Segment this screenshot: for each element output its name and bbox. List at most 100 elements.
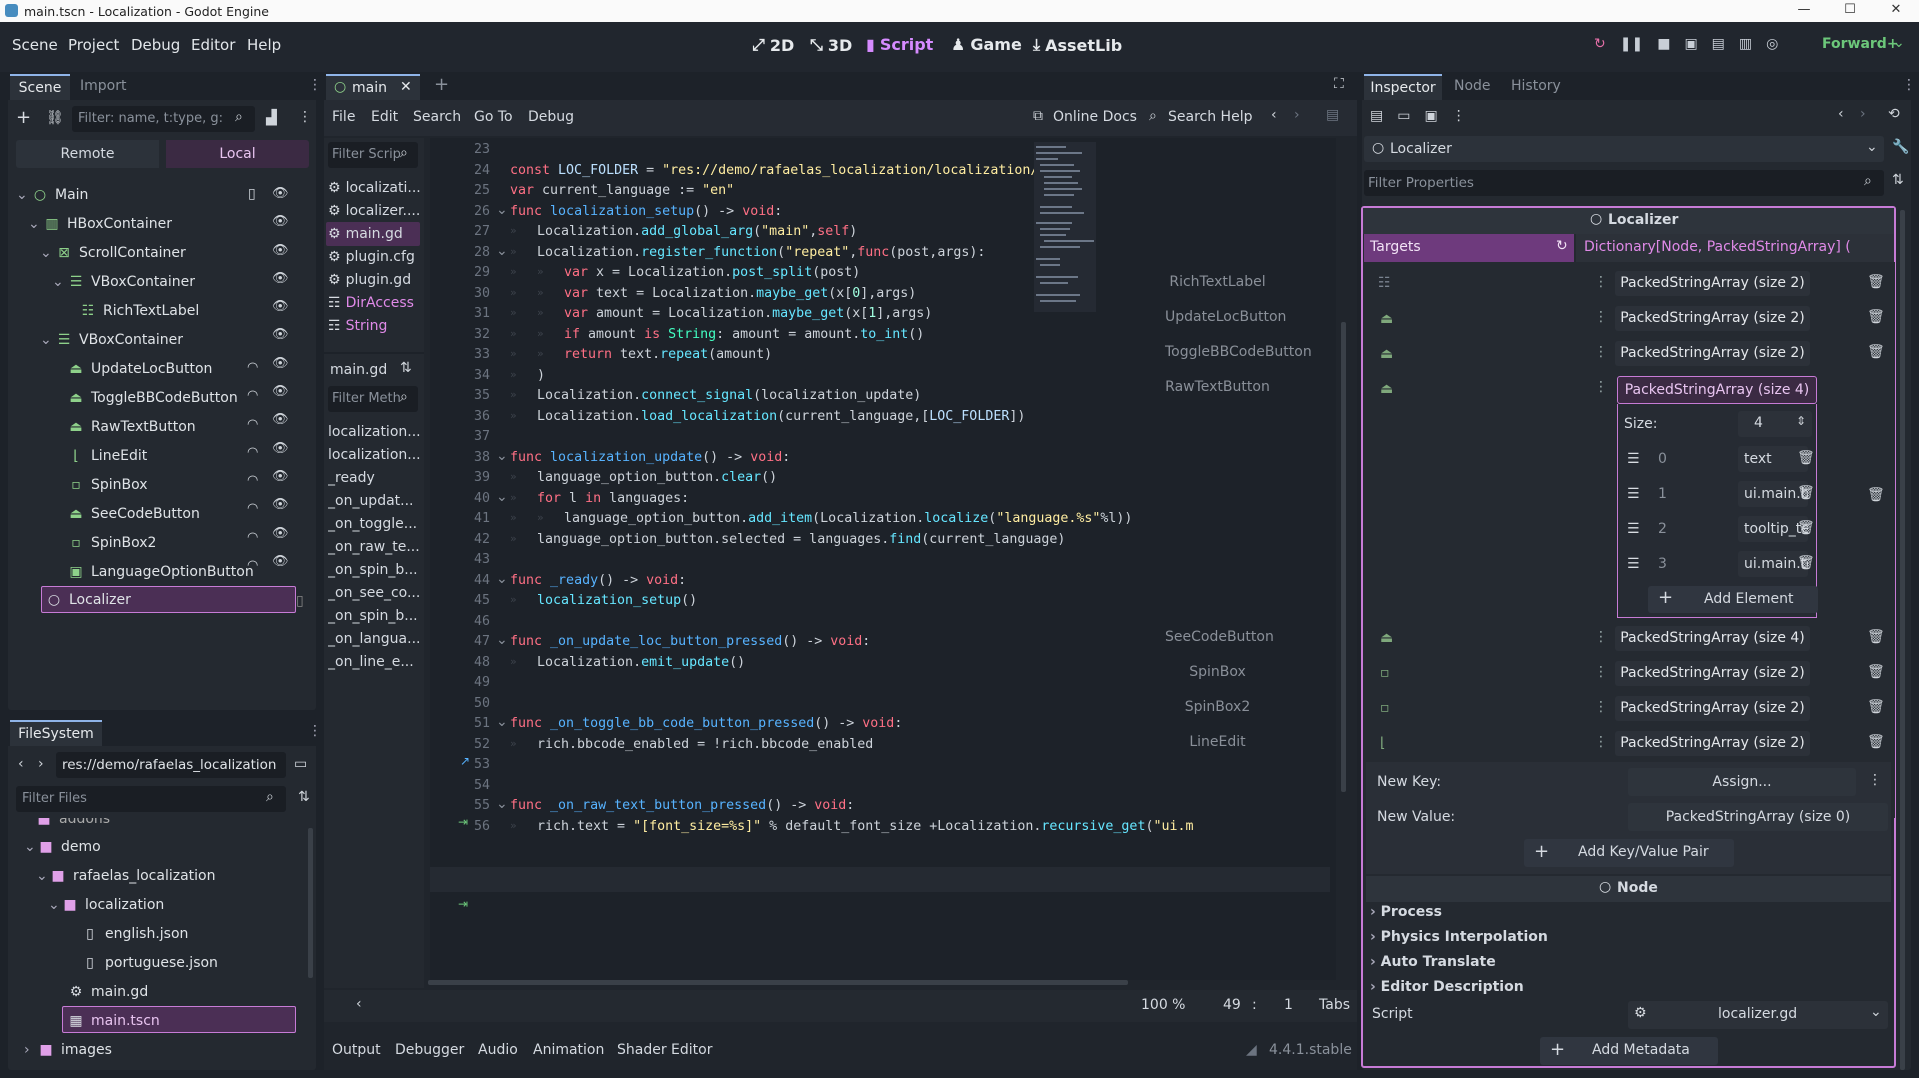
dock-menu-icon[interactable]: ⋮	[308, 723, 322, 739]
kebab-icon[interactable]: ⋮	[1594, 309, 1608, 325]
dict-value-rawtextbutton[interactable]: PackedStringArray (size 4)	[1617, 376, 1817, 404]
indent-mode[interactable]: Tabs	[1319, 997, 1350, 1013]
pause-icon[interactable]: ❚❚	[1620, 36, 1643, 52]
add-tab-icon[interactable]: +	[434, 74, 449, 95]
menu-goto[interactable]: Go To	[474, 109, 513, 125]
delete-icon[interactable]: 🗑	[1867, 734, 1885, 750]
visibility-icon[interactable]: 👁	[272, 497, 289, 512]
forward-icon[interactable]: ›	[38, 756, 44, 772]
visibility-icon[interactable]: 👁	[272, 441, 289, 456]
tree-item-vboxcontainer[interactable]: ⌄ ☰ VBoxContainer	[52, 267, 195, 296]
history-back-icon[interactable]: ‹	[1838, 106, 1844, 122]
group-process[interactable]: › Process	[1370, 904, 1442, 920]
drag-handle-icon[interactable]: ☰	[1627, 521, 1640, 537]
stop-icon[interactable]: ■	[1657, 36, 1670, 52]
visibility-icon[interactable]: 👁	[272, 271, 289, 286]
remote-debug-icon[interactable]: ▣	[1684, 36, 1697, 52]
method-item[interactable]: _on_see_co...	[328, 585, 422, 601]
signal-icon[interactable]: ◠	[247, 445, 258, 460]
online-docs-button[interactable]: Online Docs	[1053, 109, 1137, 125]
delete-icon[interactable]: 🗑	[1867, 629, 1885, 645]
bottom-tab-animation[interactable]: Animation	[533, 1042, 604, 1058]
delete-icon[interactable]: 🗑	[1867, 309, 1885, 325]
save-icon[interactable]: ▣	[1424, 108, 1437, 124]
filter-options-icon[interactable]: ⇅	[1892, 172, 1904, 188]
remote-toggle[interactable]: Remote	[16, 140, 159, 168]
method-item[interactable]: localization...	[328, 424, 422, 440]
file-item-main-gd[interactable]: ⚙ main.gd	[68, 977, 148, 1006]
workspace-3d[interactable]: ⤡ 3D	[810, 35, 852, 55]
fold-chevron-icon[interactable]: ⌄	[496, 714, 508, 730]
code-editor[interactable]: 23 24 25 26 ⌄ 27 28 ⌄ 29 30 31 32 33 34 35 36 37 38 ⌄ 39 40 ⌄…	[430, 138, 1336, 980]
add-key-value-button[interactable]: + Add Key/Value Pair	[1524, 839, 1734, 867]
tree-item-languageoptionbutton[interactable]: ▣ LanguageOptionButton	[68, 557, 253, 586]
script-item-plugin-cfg[interactable]: ⚙ plugin.cfg	[328, 249, 422, 265]
toggle-panel-icon[interactable]: ▤	[1326, 107, 1339, 123]
collapse-panel-icon[interactable]: ‹	[356, 996, 362, 1012]
dict-key-spinbox2[interactable]: SpinBox2	[1165, 699, 1270, 715]
fold-chevron-icon[interactable]: ⌄	[496, 571, 508, 587]
zoom-level[interactable]: 100 %	[1141, 997, 1185, 1013]
filter-properties-input[interactable]: Filter Properties ⌕	[1364, 170, 1884, 196]
dict-value-seecodebutton[interactable]: PackedStringArray (size 4)	[1615, 626, 1810, 651]
workspace-game[interactable]: ♟ Game	[951, 35, 1022, 54]
tree-item-hboxcontainer[interactable]: ⌄ ▥ HBoxContainer	[28, 209, 172, 238]
dict-key-togglebbcodebutton[interactable]: ToggleBBCodeButton	[1165, 344, 1312, 360]
menu-scene[interactable]: Scene	[12, 36, 58, 54]
script-item-localization[interactable]: ⚙ localizati...	[328, 180, 422, 196]
tree-item-rawtextbutton[interactable]: ⏏ RawTextButton	[68, 412, 195, 441]
fold-chevron-icon[interactable]: ⌄	[496, 202, 508, 218]
menu-help[interactable]: Help	[247, 36, 281, 54]
kebab-icon[interactable]: ⋮	[1594, 629, 1608, 645]
script-item-localizer[interactable]: ⚙ localizer....	[328, 203, 422, 219]
tree-item-richtextlabel[interactable]: ☷ RichTextLabel	[80, 296, 200, 325]
kebab-icon[interactable]: ⋮	[1594, 344, 1608, 360]
delete-icon[interactable]: 🗑	[1797, 450, 1815, 466]
new-value-button[interactable]: PackedStringArray (size 0)	[1628, 803, 1888, 831]
code-scrollbar[interactable]	[1341, 322, 1346, 792]
delete-icon[interactable]: 🗑	[1867, 344, 1885, 360]
group-auto-translate[interactable]: › Auto Translate	[1370, 954, 1496, 970]
assign-button[interactable]: Assign...	[1628, 768, 1856, 796]
signal-icon[interactable]: ◠	[247, 473, 258, 488]
delete-icon[interactable]: 🗑	[1797, 485, 1815, 501]
back-icon[interactable]: ‹	[18, 756, 24, 772]
link-icon[interactable]: ⛓	[46, 110, 64, 126]
object-selector[interactable]: ○ Localizer ⌄	[1364, 136, 1884, 162]
script-attached-icon[interactable]: ▯	[296, 593, 304, 609]
delete-icon[interactable]: 🗑	[1867, 274, 1885, 290]
bottom-tab-audio[interactable]: Audio	[478, 1042, 518, 1058]
menu-search[interactable]: Search	[413, 109, 461, 125]
inspector-scrollbar[interactable]	[1900, 210, 1905, 1070]
method-item[interactable]: localization...	[328, 447, 422, 463]
visibility-icon[interactable]: 👁	[272, 327, 289, 342]
file-item-english-json[interactable]: ▯ english.json	[82, 919, 188, 948]
add-metadata-button[interactable]: + Add Metadata	[1540, 1037, 1718, 1065]
layout-icon[interactable]: ▭	[294, 756, 307, 772]
script-attached-icon[interactable]: ▯	[248, 186, 256, 202]
kebab-icon[interactable]: ⋮	[1594, 664, 1608, 680]
method-item[interactable]: _on_spin_b...	[328, 608, 422, 624]
maximize-icon[interactable]: ☐	[1827, 0, 1873, 22]
signal-icon[interactable]: ◠	[247, 530, 258, 545]
stepper-icon[interactable]: ⇕	[1796, 414, 1806, 428]
sort-icon[interactable]: ⇅	[298, 789, 310, 805]
play-custom-icon[interactable]: ▥	[1739, 36, 1752, 52]
dict-key-spinbox[interactable]: SpinBox	[1165, 664, 1270, 680]
files-filter-input[interactable]: Filter Files ⌕	[16, 786, 286, 812]
visibility-icon[interactable]: 👁	[272, 384, 289, 399]
revert-icon[interactable]: ↻	[1556, 238, 1568, 254]
object-history-icon[interactable]: ⟲	[1888, 106, 1900, 122]
fold-chevron-icon[interactable]: ⌄	[496, 796, 508, 812]
more-icon[interactable]: ⋮	[298, 109, 312, 125]
fullscreen-icon[interactable]: ⛶	[1334, 76, 1344, 92]
menu-project[interactable]: Project	[68, 36, 119, 54]
tab-main[interactable]: ○ main ✕	[326, 74, 420, 100]
dock-menu-icon[interactable]: ⋮	[308, 77, 322, 93]
menu-file[interactable]: File	[332, 109, 355, 125]
history-forward-icon[interactable]: ›	[1860, 106, 1866, 122]
bottom-tab-output[interactable]: Output	[332, 1042, 381, 1058]
dict-key-lineedit[interactable]: LineEdit	[1165, 734, 1270, 750]
tab-inspector[interactable]: Inspector	[1364, 74, 1442, 100]
signal-icon[interactable]: ◠	[247, 388, 258, 403]
